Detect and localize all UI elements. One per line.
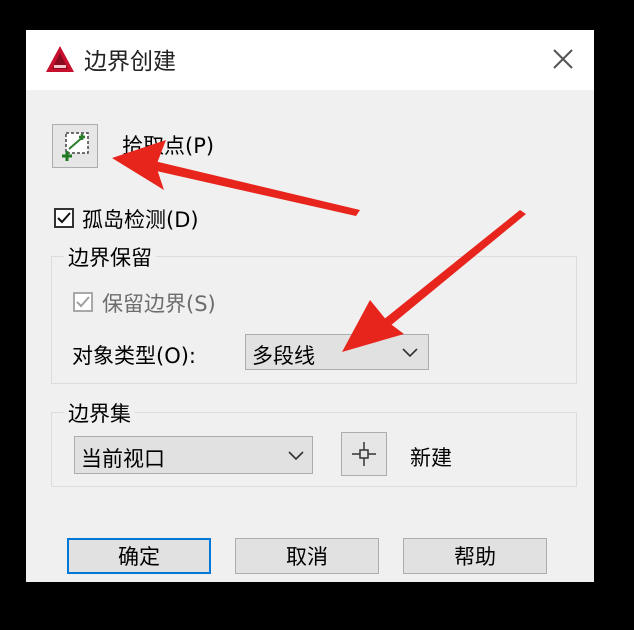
boundary-set-group-label: 边界集 [64, 398, 135, 428]
dialog-title: 边界创建 [84, 49, 176, 75]
pick-points-button[interactable] [52, 124, 98, 168]
pick-points-icon [62, 132, 89, 161]
new-boundary-set-button[interactable] [341, 432, 387, 476]
new-boundary-set-label: 新建 [410, 446, 452, 470]
retain-boundaries-checkbox [73, 292, 93, 312]
boundary-creation-dialog: 边界创建 拾取点(P) 孤岛检测(D) 边界保留 保留边界(S) 对象类型(O)… [26, 30, 594, 582]
object-type-value: 多段线 [252, 344, 315, 368]
pick-points-label: 拾取点(P) [122, 134, 215, 158]
boundary-set-select[interactable]: 当前视口 [74, 436, 313, 474]
boundary-retention-group-label: 边界保留 [64, 242, 156, 272]
retain-boundaries-label: 保留边界(S) [102, 292, 216, 316]
boundary-set-value: 当前视口 [81, 447, 165, 471]
cancel-button[interactable]: 取消 [235, 538, 379, 574]
help-button[interactable]: 帮助 [403, 538, 547, 574]
chevron-down-icon [288, 451, 304, 461]
autocad-icon [46, 46, 74, 72]
ok-button[interactable]: 确定 [67, 538, 211, 574]
island-detection-checkbox[interactable] [54, 208, 74, 228]
title-bar[interactable]: 边界创建 [26, 30, 594, 90]
checkmark-icon [57, 212, 71, 224]
select-objects-icon [352, 442, 376, 466]
close-icon[interactable] [550, 46, 576, 72]
object-type-label: 对象类型(O): [72, 344, 196, 368]
checkmark-icon [76, 296, 90, 308]
island-detection-label: 孤岛检测(D) [82, 208, 199, 232]
object-type-select[interactable]: 多段线 [245, 334, 429, 370]
chevron-down-icon [402, 348, 418, 358]
